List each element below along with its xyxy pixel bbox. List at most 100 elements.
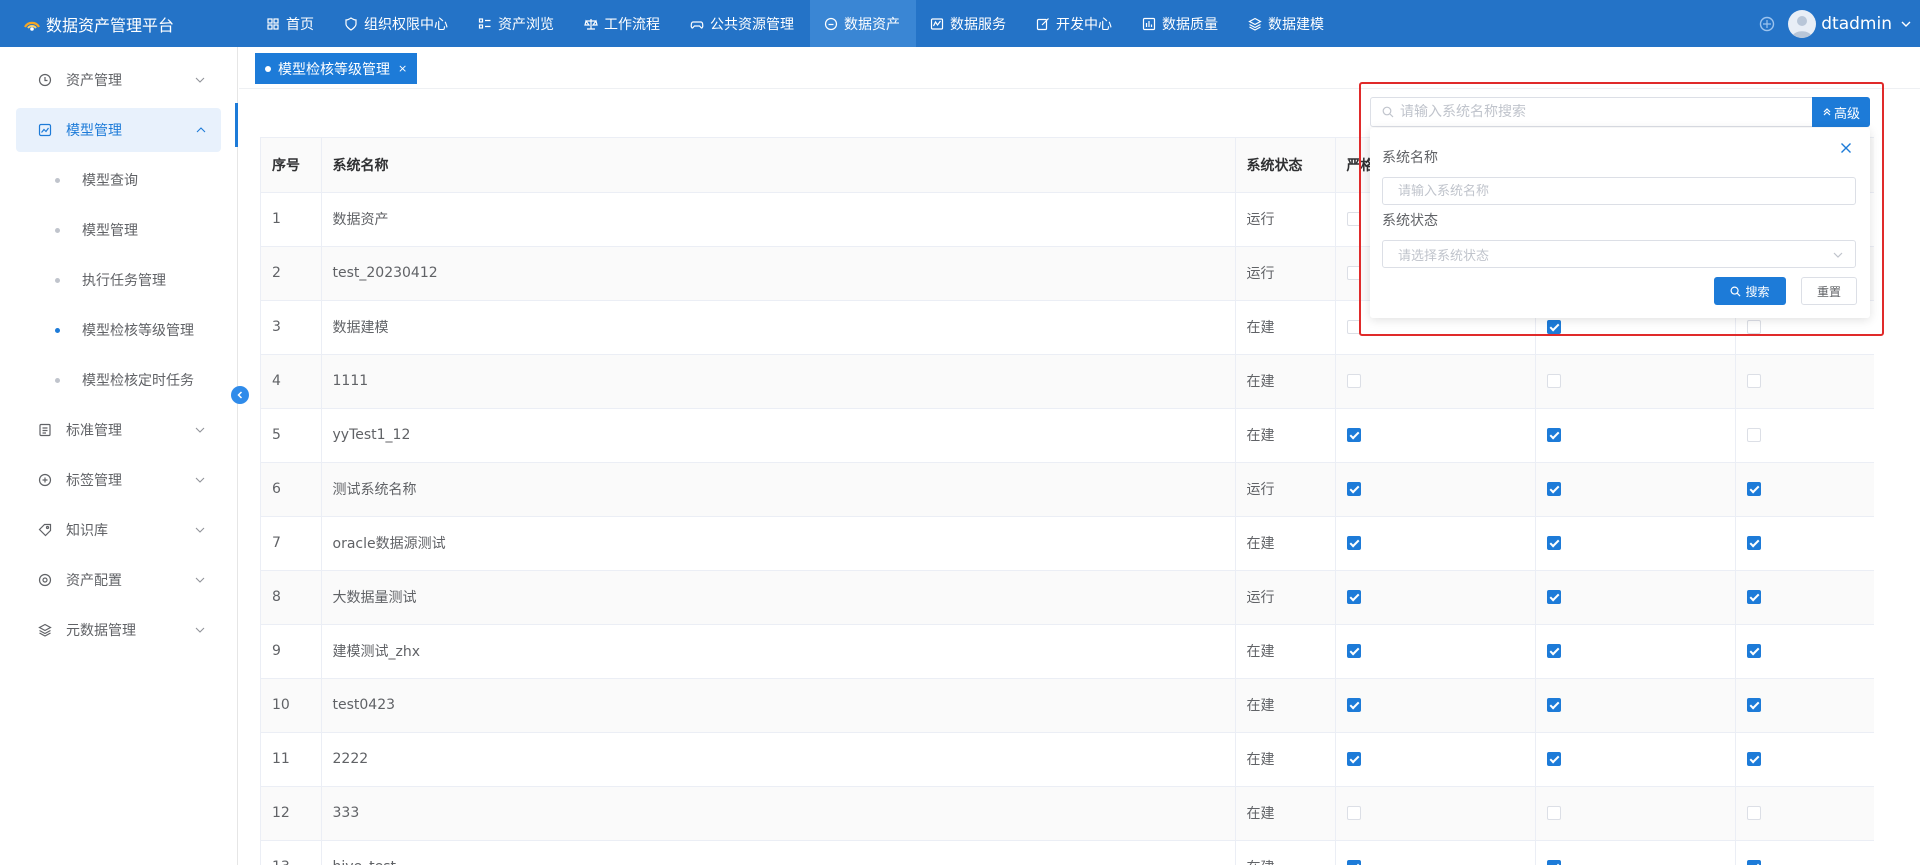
cell-no: 13 bbox=[261, 840, 322, 865]
checkbox[interactable] bbox=[1346, 428, 1361, 442]
chevron-down-icon bbox=[195, 527, 205, 533]
cell-no: 3 bbox=[261, 300, 322, 355]
nav-item-5[interactable]: 数据资产 bbox=[810, 0, 916, 47]
cell-status: 在建 bbox=[1235, 354, 1336, 409]
checkbox[interactable] bbox=[1346, 806, 1361, 820]
checkbox[interactable] bbox=[1346, 482, 1361, 496]
checkbox-cell bbox=[1535, 786, 1736, 841]
checkbox-cell bbox=[1735, 840, 1874, 865]
sidebar-subitem-0[interactable]: 模型查询 bbox=[0, 155, 237, 205]
search-button[interactable]: 搜索 bbox=[1714, 277, 1786, 305]
checkbox[interactable] bbox=[1746, 860, 1761, 865]
sidebar-item-0[interactable]: 资产管理 bbox=[0, 55, 237, 105]
nav-item-8[interactable]: 数据质量 bbox=[1128, 0, 1234, 47]
cell-no: 10 bbox=[261, 678, 322, 733]
table-row[interactable]: 4 1111 在建 bbox=[261, 354, 1874, 409]
sidebar-subitem-3[interactable]: 模型检核等级管理 bbox=[0, 305, 237, 355]
reset-button[interactable]: 重置 bbox=[1801, 277, 1857, 305]
checkbox[interactable] bbox=[1746, 752, 1761, 766]
table-row[interactable]: 5 yyTest1_12 在建 bbox=[261, 408, 1874, 463]
checkbox-cell bbox=[1335, 678, 1536, 733]
advanced-search-button[interactable]: 高级 bbox=[1812, 97, 1870, 127]
sidebar-subitem-label: 模型管理 bbox=[82, 223, 138, 239]
checkbox[interactable] bbox=[1546, 536, 1561, 550]
checkbox[interactable] bbox=[1346, 752, 1361, 766]
checkbox[interactable] bbox=[1546, 428, 1561, 442]
sidebar-item-2[interactable]: 标准管理 bbox=[0, 405, 237, 455]
checkbox[interactable] bbox=[1346, 860, 1361, 865]
cell-no: 12 bbox=[261, 786, 322, 841]
checkbox[interactable] bbox=[1346, 590, 1361, 604]
checkbox[interactable] bbox=[1346, 644, 1361, 658]
sidebar-item-6[interactable]: 元数据管理 bbox=[0, 605, 237, 655]
system-name-field[interactable] bbox=[1398, 183, 1838, 199]
table-row[interactable]: 10 test0423 在建 bbox=[261, 678, 1874, 733]
nav-item-4[interactable]: 公共资源管理 bbox=[676, 0, 810, 47]
nav-item-label: 资产浏览 bbox=[498, 16, 554, 33]
table-row[interactable]: 8 大数据量测试 运行 bbox=[261, 570, 1874, 625]
checkbox[interactable] bbox=[1746, 536, 1761, 550]
nav-item-0[interactable]: 首页 bbox=[252, 0, 330, 47]
table-row[interactable]: 7 oracle数据源测试 在建 bbox=[261, 516, 1874, 571]
close-icon[interactable] bbox=[1840, 142, 1852, 154]
avatar[interactable] bbox=[1788, 9, 1817, 38]
chevron-left-icon bbox=[237, 391, 243, 399]
sidebar-item-label: 标准管理 bbox=[66, 423, 122, 439]
chevron-down-icon[interactable] bbox=[1900, 18, 1912, 30]
user-name[interactable]: dtadmin bbox=[1821, 14, 1892, 34]
nav-item-2[interactable]: 资产浏览 bbox=[464, 0, 570, 47]
checkbox[interactable] bbox=[1546, 698, 1561, 712]
nav-item-1[interactable]: 组织权限中心 bbox=[330, 0, 464, 47]
sidebar-item-4[interactable]: 知识库 bbox=[0, 505, 237, 555]
checkbox[interactable] bbox=[1546, 644, 1561, 658]
cell-system-name: 数据资产 bbox=[321, 192, 1236, 247]
sidebar-subitem-2[interactable]: 执行任务管理 bbox=[0, 255, 237, 305]
checkbox[interactable] bbox=[1746, 590, 1761, 604]
system-status-select[interactable]: 请选择系统状态 bbox=[1382, 240, 1856, 268]
checkbox-cell bbox=[1535, 408, 1736, 463]
checkbox-cell bbox=[1335, 786, 1536, 841]
col-header-no: 序号 bbox=[261, 138, 322, 193]
checkbox[interactable] bbox=[1546, 806, 1561, 820]
checkbox[interactable] bbox=[1346, 374, 1361, 388]
checkbox[interactable] bbox=[1546, 590, 1561, 604]
openai-icon[interactable] bbox=[1758, 15, 1776, 33]
system-name-search-input[interactable] bbox=[1400, 104, 1800, 120]
checkbox[interactable] bbox=[1746, 698, 1761, 712]
checkbox[interactable] bbox=[1746, 806, 1761, 820]
sidebar-item-label: 元数据管理 bbox=[66, 623, 136, 639]
table-row[interactable]: 6 测试系统名称 运行 bbox=[261, 462, 1874, 517]
nav-item-3[interactable]: 工作流程 bbox=[570, 0, 676, 47]
table-row[interactable]: 13hive_test在建 bbox=[261, 840, 1874, 865]
chevron-down-icon bbox=[1833, 252, 1843, 258]
checkbox[interactable] bbox=[1346, 536, 1361, 550]
checkbox[interactable] bbox=[1746, 482, 1761, 496]
search-bar bbox=[1370, 97, 1870, 127]
sidebar-collapse-button[interactable] bbox=[231, 386, 249, 404]
sidebar-subitem-1[interactable]: 模型管理 bbox=[0, 205, 237, 255]
cell-system-name: 333 bbox=[321, 786, 1236, 841]
checkbox[interactable] bbox=[1746, 428, 1761, 442]
table-row[interactable]: 12 333 在建 bbox=[261, 786, 1874, 841]
tab-model-check-level[interactable]: 模型检核等级管理 × bbox=[255, 53, 418, 84]
checkbox[interactable] bbox=[1746, 644, 1761, 658]
nav-item-6[interactable]: 数据服务 bbox=[916, 0, 1022, 47]
close-icon[interactable]: × bbox=[398, 62, 407, 75]
checkbox[interactable] bbox=[1546, 374, 1561, 388]
nav-item-7[interactable]: 开发中心 bbox=[1022, 0, 1128, 47]
active-indicator bbox=[235, 103, 238, 147]
checkbox[interactable] bbox=[1546, 752, 1561, 766]
checkbox[interactable] bbox=[1546, 482, 1561, 496]
checkbox[interactable] bbox=[1746, 374, 1761, 388]
sidebar-item-1[interactable]: 模型管理 bbox=[16, 108, 221, 152]
table-row[interactable]: 9 建模测试_zhx 在建 bbox=[261, 624, 1874, 679]
checkbox-cell bbox=[1535, 462, 1736, 517]
nav-item-9[interactable]: 数据建模 bbox=[1234, 0, 1340, 47]
sidebar-subitem-4[interactable]: 模型检核定时任务 bbox=[0, 355, 237, 405]
app-logo[interactable]: 数据资产管理平台 bbox=[0, 0, 240, 47]
checkbox[interactable] bbox=[1346, 698, 1361, 712]
sidebar-item-5[interactable]: 资产配置 bbox=[0, 555, 237, 605]
table-row[interactable]: 11 2222 在建 bbox=[261, 732, 1874, 787]
checkbox[interactable] bbox=[1546, 860, 1561, 865]
sidebar-item-3[interactable]: 标签管理 bbox=[0, 455, 237, 505]
